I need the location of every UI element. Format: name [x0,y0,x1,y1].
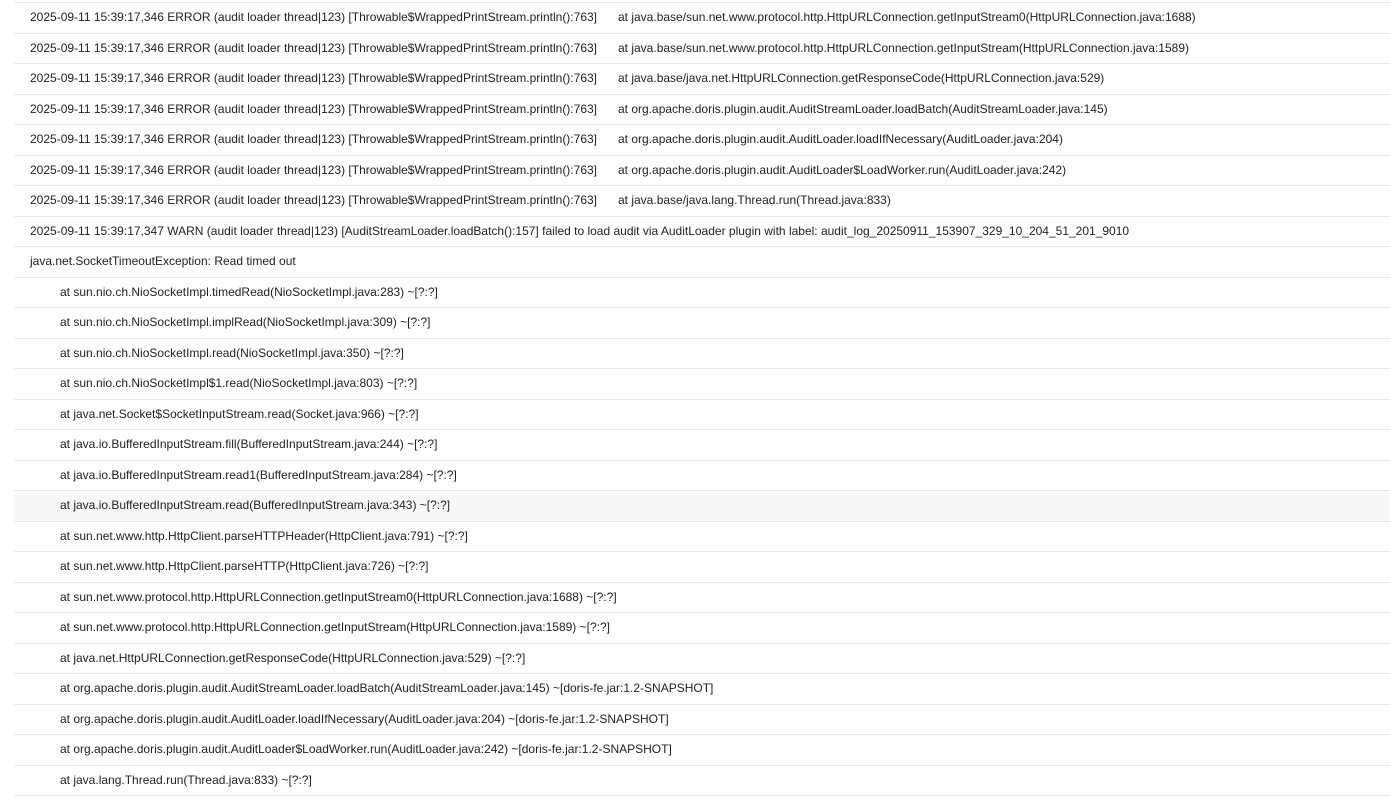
log-row[interactable]: at org.apache.doris.plugin.audit.AuditLo… [14,705,1390,735]
log-row[interactable]: at sun.nio.ch.NioSocketImpl$1.read(NioSo… [14,369,1390,400]
log-row-prefix: 2025-09-11 15:39:17,346 ERROR (audit loa… [30,101,597,116]
log-row[interactable]: 2025-09-11 15:39:17,346 ERROR (audit loa… [14,186,1390,217]
log-row[interactable]: at java.io.BufferedInputStream.fill(Buff… [14,430,1390,461]
log-row[interactable]: at org.apache.doris.plugin.audit.AuditSt… [14,674,1390,705]
log-row[interactable]: 2025-09-11 15:39:17,346 ERROR (audit loa… [14,156,1390,186]
log-row[interactable]: 2025-09-11 15:39:17,346 ERROR (audit loa… [14,125,1390,156]
log-row-text: at java.base/sun.net.www.protocol.http.H… [618,40,1189,55]
log-row-text: at org.apache.doris.plugin.audit.AuditSt… [60,681,714,695]
log-row[interactable]: at sun.net.www.http.HttpClient.parseHTTP… [14,552,1390,583]
log-row-text: at sun.nio.ch.NioSocketImpl.timedRead(Ni… [60,284,438,299]
log-row-prefix: 2025-09-11 15:39:17,346 ERROR (audit loa… [30,40,597,55]
log-row[interactable]: at java.net.HttpURLConnection.getRespons… [14,644,1390,674]
log-row-text: at org.apache.doris.plugin.audit.AuditLo… [618,162,1067,177]
log-row[interactable]: at java.lang.Thread.run(Thread.java:833)… [14,766,1390,796]
log-row-text: java.net.SocketTimeoutException: Read ti… [30,254,296,268]
log-row-text: at org.apache.doris.plugin.audit.AuditSt… [618,101,1108,116]
log-row[interactable]: at java.net.Socket$SocketInputStream.rea… [14,400,1390,430]
log-row[interactable]: at sun.nio.ch.NioSocketImpl.timedRead(Ni… [14,278,1390,308]
log-row[interactable]: 2025-09-11 15:39:17,346 ERROR (audit loa… [14,64,1390,95]
log-list: 2025-09-11 15:39:17,346 ERROR (audit loa… [14,2,1390,796]
log-row-text: at java.io.BufferedInputStream.read1(Buf… [60,467,457,482]
log-row[interactable]: at sun.net.www.protocol.http.HttpURLConn… [14,613,1390,644]
log-row-text: at java.io.BufferedInputStream.fill(Buff… [60,437,438,451]
log-row[interactable]: java.net.SocketTimeoutException: Read ti… [14,247,1390,278]
log-row-prefix: 2025-09-11 15:39:17,346 ERROR (audit loa… [30,132,597,146]
log-row[interactable]: 2025-09-11 15:39:17,347 WARN (audit load… [14,217,1390,247]
log-row[interactable]: at sun.net.www.protocol.http.HttpURLConn… [14,583,1390,613]
log-row[interactable]: 2025-09-11 15:39:17,346 ERROR (audit loa… [14,3,1390,34]
log-row-text: 2025-09-11 15:39:17,347 WARN (audit load… [30,223,1130,238]
log-row-text: at sun.net.www.protocol.http.HttpURLConn… [60,589,617,604]
log-row[interactable]: at sun.net.www.http.HttpClient.parseHTTP… [14,522,1390,552]
log-row[interactable]: at sun.nio.ch.NioSocketImpl.read(NioSock… [14,339,1390,369]
log-row-prefix: 2025-09-11 15:39:17,346 ERROR (audit loa… [30,162,597,177]
log-row[interactable]: at java.io.BufferedInputStream.read1(Buf… [14,461,1390,491]
log-row-text: at java.net.HttpURLConnection.getRespons… [60,650,526,665]
log-row-text: at sun.net.www.protocol.http.HttpURLConn… [60,620,610,634]
log-row[interactable]: 2025-09-11 15:39:17,346 ERROR (audit loa… [14,34,1390,64]
log-row-text: at sun.nio.ch.NioSocketImpl$1.read(NioSo… [60,376,418,390]
log-row-text: at java.base/sun.net.www.protocol.http.H… [618,10,1196,24]
log-row-prefix: 2025-09-11 15:39:17,346 ERROR (audit loa… [30,10,597,24]
log-row-prefix: 2025-09-11 15:39:17,346 ERROR (audit loa… [30,71,597,85]
log-row-text: at sun.nio.ch.NioSocketImpl.implRead(Nio… [60,315,431,329]
log-row[interactable]: at org.apache.doris.plugin.audit.AuditLo… [14,735,1390,766]
log-row-text: at java.io.BufferedInputStream.read(Buff… [60,498,451,512]
log-row[interactable]: 2025-09-11 15:39:17,346 ERROR (audit loa… [14,95,1390,125]
log-row-prefix: 2025-09-11 15:39:17,346 ERROR (audit loa… [30,193,597,207]
log-row[interactable]: at sun.nio.ch.NioSocketImpl.implRead(Nio… [14,308,1390,339]
log-row-text: at org.apache.doris.plugin.audit.AuditLo… [60,742,672,756]
log-row-text: at java.lang.Thread.run(Thread.java:833)… [60,772,312,787]
log-row-text: at sun.net.www.http.HttpClient.parseHTTP… [60,528,468,543]
log-row-text: at java.net.Socket$SocketInputStream.rea… [60,406,419,421]
log-row-text: at sun.net.www.http.HttpClient.parseHTTP… [60,559,429,573]
log-row-text: at java.base/java.lang.Thread.run(Thread… [618,193,891,207]
log-row-text: at org.apache.doris.plugin.audit.AuditLo… [60,711,669,726]
log-row-hovered[interactable]: at java.io.BufferedInputStream.read(Buff… [14,491,1390,522]
log-row-text: at sun.nio.ch.NioSocketImpl.read(NioSock… [60,345,404,360]
log-row-text: at org.apache.doris.plugin.audit.AuditLo… [618,132,1063,146]
log-row-text: at java.base/java.net.HttpURLConnection.… [618,71,1105,85]
